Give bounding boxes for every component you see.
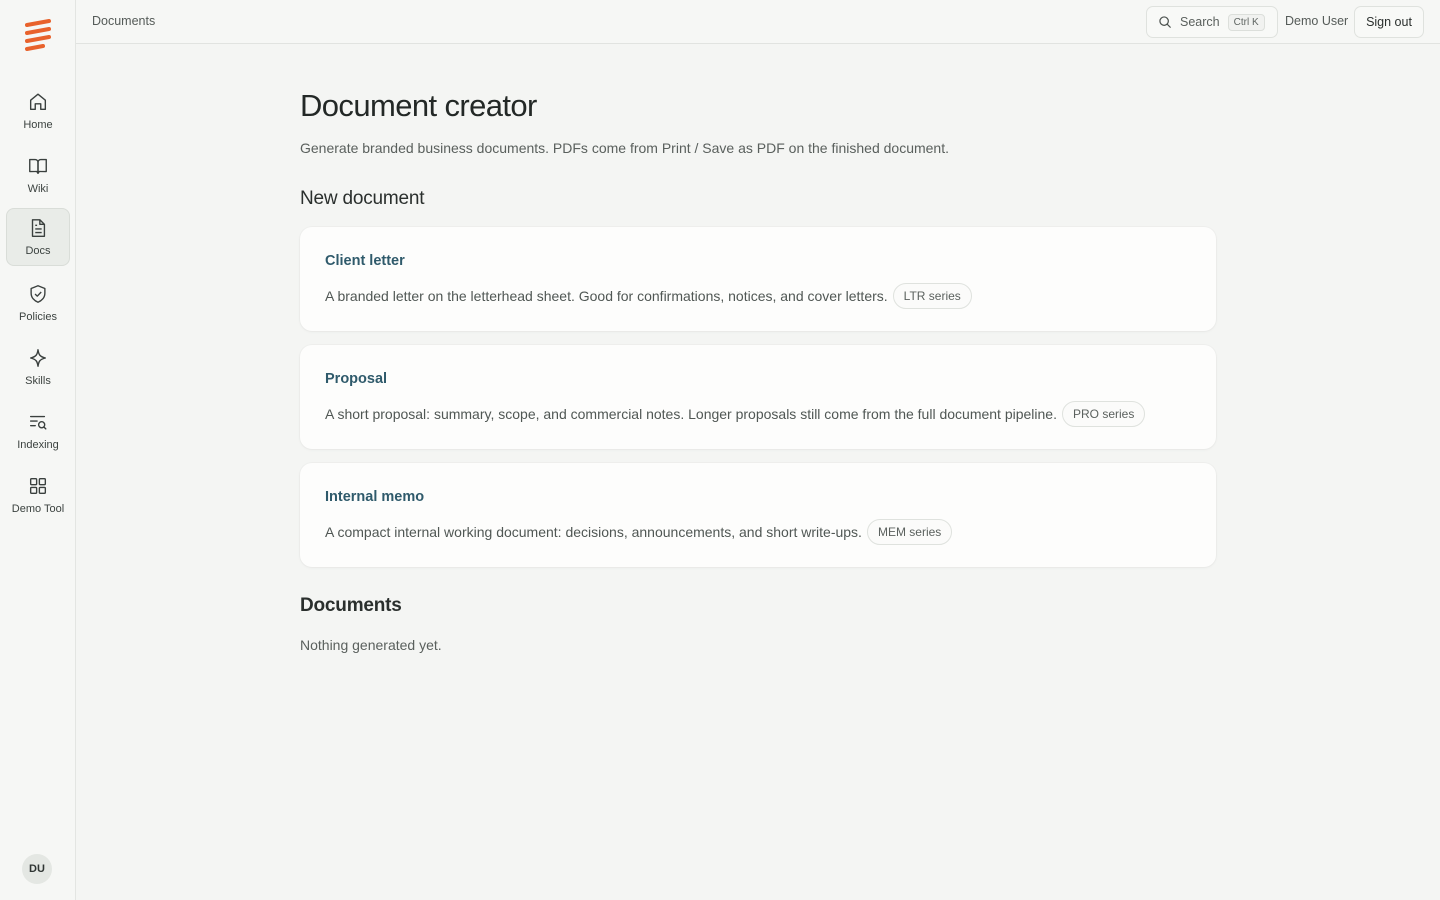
sidebar-item-label: Skills xyxy=(25,375,51,387)
template-description-row: A branded letter on the letterhead sheet… xyxy=(325,283,1191,309)
template-description: A branded letter on the letterhead sheet… xyxy=(325,288,888,304)
template-title: Proposal xyxy=(325,371,388,387)
sidebar: Home Wiki Docs Policies Skills Indexing … xyxy=(0,0,76,900)
book-icon xyxy=(29,158,47,175)
topbar: Documents Search Ctrl K Demo User Sign o… xyxy=(76,0,1440,44)
document-icon xyxy=(31,219,46,237)
list-search-icon xyxy=(29,415,47,430)
sidebar-item-policies[interactable]: Policies xyxy=(6,275,70,333)
sidebar-item-label: Wiki xyxy=(27,183,49,195)
sidebar-item-label: Policies xyxy=(19,311,57,323)
sidebar-item-home[interactable]: Home xyxy=(6,83,70,141)
template-description-row: A compact internal working document: dec… xyxy=(325,519,1191,545)
sign-out-button[interactable]: Sign out xyxy=(1354,6,1424,38)
template-card-internal-memo[interactable]: Internal memo A compact internal working… xyxy=(300,463,1216,567)
shield-icon xyxy=(30,285,46,303)
page-title: Document creator xyxy=(300,88,537,123)
main-content: Document creator Generate branded busine… xyxy=(300,88,1216,653)
search-shortcut: Ctrl K xyxy=(1227,13,1265,31)
home-icon xyxy=(29,93,47,111)
template-list: Client letter A branded letter on the le… xyxy=(300,227,1216,567)
new-document-heading: New document xyxy=(300,188,425,209)
sidebar-item-skills[interactable]: Skills xyxy=(6,339,70,397)
series-badge: LTR series xyxy=(892,283,972,309)
breadcrumb: Documents xyxy=(92,14,156,28)
page-subtitle: Generate branded business documents. PDF… xyxy=(300,140,949,156)
sidebar-item-docs[interactable]: Docs xyxy=(6,208,70,266)
brand-logo-icon[interactable] xyxy=(24,19,52,51)
sparkle-icon xyxy=(29,349,47,367)
series-badge: PRO series xyxy=(1061,401,1146,427)
sidebar-item-label: Demo Tool xyxy=(11,503,65,515)
sidebar-item-wiki[interactable]: Wiki xyxy=(6,147,70,205)
template-description-row: A short proposal: summary, scope, and co… xyxy=(325,401,1191,427)
user-name: Demo User xyxy=(1285,14,1349,28)
template-title: Internal memo xyxy=(325,489,425,505)
series-badge: MEM series xyxy=(866,519,953,545)
search-button[interactable]: Search Ctrl K xyxy=(1146,6,1278,38)
template-card-client-letter[interactable]: Client letter A branded letter on the le… xyxy=(300,227,1216,331)
search-icon xyxy=(1159,16,1171,28)
sidebar-item-label: Docs xyxy=(25,245,51,257)
template-title: Client letter xyxy=(325,253,405,269)
sidebar-item-label: Indexing xyxy=(17,439,59,451)
avatar[interactable]: DU xyxy=(22,854,52,884)
sidebar-item-demo-tool[interactable]: Demo Tool xyxy=(6,467,70,525)
documents-heading: Documents xyxy=(300,595,402,616)
search-label: Search xyxy=(1180,15,1220,29)
grid-icon xyxy=(29,477,47,495)
documents-empty-state: Nothing generated yet. xyxy=(300,637,442,653)
sidebar-item-indexing[interactable]: Indexing xyxy=(6,403,70,461)
template-description: A short proposal: summary, scope, and co… xyxy=(325,406,1057,422)
template-description: A compact internal working document: dec… xyxy=(325,524,862,540)
sidebar-item-label: Home xyxy=(23,119,53,131)
template-card-proposal[interactable]: Proposal A short proposal: summary, scop… xyxy=(300,345,1216,449)
